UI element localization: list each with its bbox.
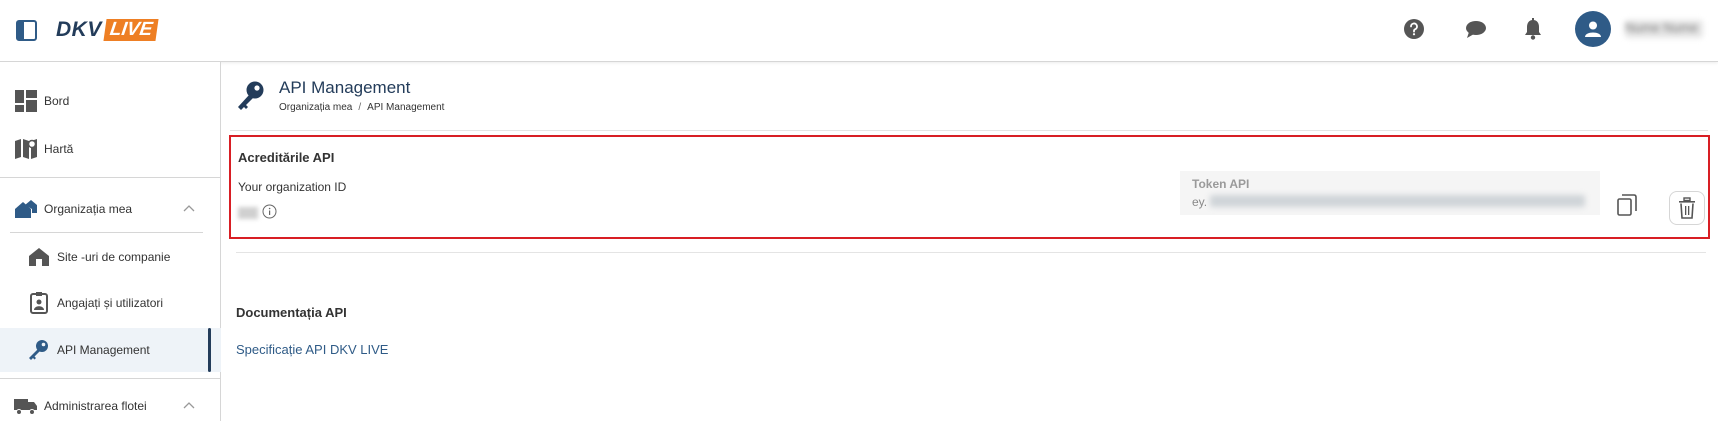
copy-icon bbox=[1617, 194, 1637, 216]
api-credentials-panel: Acreditările API Your organization ID To… bbox=[229, 135, 1710, 239]
user-name[interactable]: Nume Nume bbox=[1625, 20, 1703, 38]
sidebar-item-label: Bord bbox=[44, 94, 70, 108]
key-icon bbox=[27, 338, 51, 362]
sidebar-item-administrarea-flotei[interactable]: Administrarea flotei bbox=[0, 384, 221, 428]
bell-icon[interactable] bbox=[1520, 16, 1546, 42]
token-label: Token API bbox=[1192, 177, 1250, 191]
organization-icon bbox=[14, 197, 38, 221]
breadcrumb-item-organizatia-mea[interactable]: Organizația mea bbox=[279, 102, 352, 113]
token-value: ey. bbox=[1192, 195, 1208, 209]
company-site-icon bbox=[27, 245, 51, 269]
breadcrumb-item-api-management: API Management bbox=[367, 102, 445, 113]
sidebar-divider bbox=[0, 378, 220, 379]
sidebar-item-site-uri-de-companie[interactable]: Site -uri de companie bbox=[0, 235, 221, 279]
sidebar-item-label: API Management bbox=[57, 343, 150, 357]
api-specification-link[interactable]: Specificație API DKV LIVE bbox=[236, 342, 388, 357]
token-field[interactable]: Token API ey. bbox=[1180, 171, 1600, 215]
user-avatar[interactable] bbox=[1575, 11, 1611, 47]
active-indicator bbox=[208, 328, 211, 372]
map-icon bbox=[14, 137, 38, 161]
trash-icon bbox=[1679, 197, 1695, 219]
organization-id-label: Your organization ID bbox=[238, 180, 347, 194]
sidebar-item-label: Site -uri de companie bbox=[57, 250, 171, 264]
user-icon bbox=[1585, 21, 1601, 37]
sidebar-item-api-management[interactable]: API Management bbox=[0, 328, 221, 372]
docs-title: Documentația API bbox=[236, 305, 347, 320]
chat-icon[interactable] bbox=[1463, 16, 1489, 42]
header-divider bbox=[230, 130, 1708, 131]
section-divider bbox=[236, 252, 1706, 253]
credentials-title: Acreditările API bbox=[238, 150, 335, 165]
sidebar: Bord Hartă Organizația mea Site -uri de … bbox=[0, 62, 221, 421]
breadcrumb: Organizația mea / API Management bbox=[279, 102, 444, 113]
organization-id-value bbox=[238, 207, 258, 219]
logo-text: DKV bbox=[56, 18, 102, 41]
logo-badge: LIVE bbox=[103, 19, 159, 41]
employee-badge-icon bbox=[27, 291, 51, 315]
sidebar-subdivider bbox=[10, 232, 203, 233]
copy-token-button[interactable] bbox=[1614, 191, 1640, 219]
sidebar-item-angajati-si-utilizatori[interactable]: Angajați și utilizatori bbox=[0, 281, 221, 325]
sidebar-toggle-icon[interactable] bbox=[16, 20, 37, 41]
sidebar-item-label: Administrarea flotei bbox=[44, 399, 147, 413]
sidebar-item-organizatia-mea[interactable]: Organizația mea bbox=[0, 187, 221, 231]
top-bar: DKV LIVE Nume Nume bbox=[0, 0, 1718, 62]
token-redacted bbox=[1210, 195, 1585, 207]
page-title: API Management bbox=[279, 78, 411, 97]
sidebar-item-label: Angajați și utilizatori bbox=[57, 296, 164, 310]
key-icon bbox=[236, 80, 266, 114]
info-icon[interactable] bbox=[262, 204, 277, 219]
dashboard-icon bbox=[14, 89, 38, 113]
sidebar-item-label: Organizația mea bbox=[44, 202, 133, 216]
help-icon[interactable] bbox=[1401, 16, 1427, 42]
breadcrumb-separator: / bbox=[358, 102, 362, 113]
sidebar-divider bbox=[0, 177, 220, 178]
sidebar-item-label: Hartă bbox=[44, 142, 74, 156]
dkv-live-logo[interactable]: DKV LIVE bbox=[56, 18, 159, 41]
sidebar-item-harta[interactable]: Hartă bbox=[0, 127, 221, 171]
chevron-up-icon[interactable] bbox=[183, 400, 195, 412]
sidebar-item-bord[interactable]: Bord bbox=[0, 79, 221, 123]
chevron-up-icon[interactable] bbox=[183, 203, 195, 215]
truck-icon bbox=[14, 394, 38, 418]
delete-token-button[interactable] bbox=[1669, 191, 1705, 225]
